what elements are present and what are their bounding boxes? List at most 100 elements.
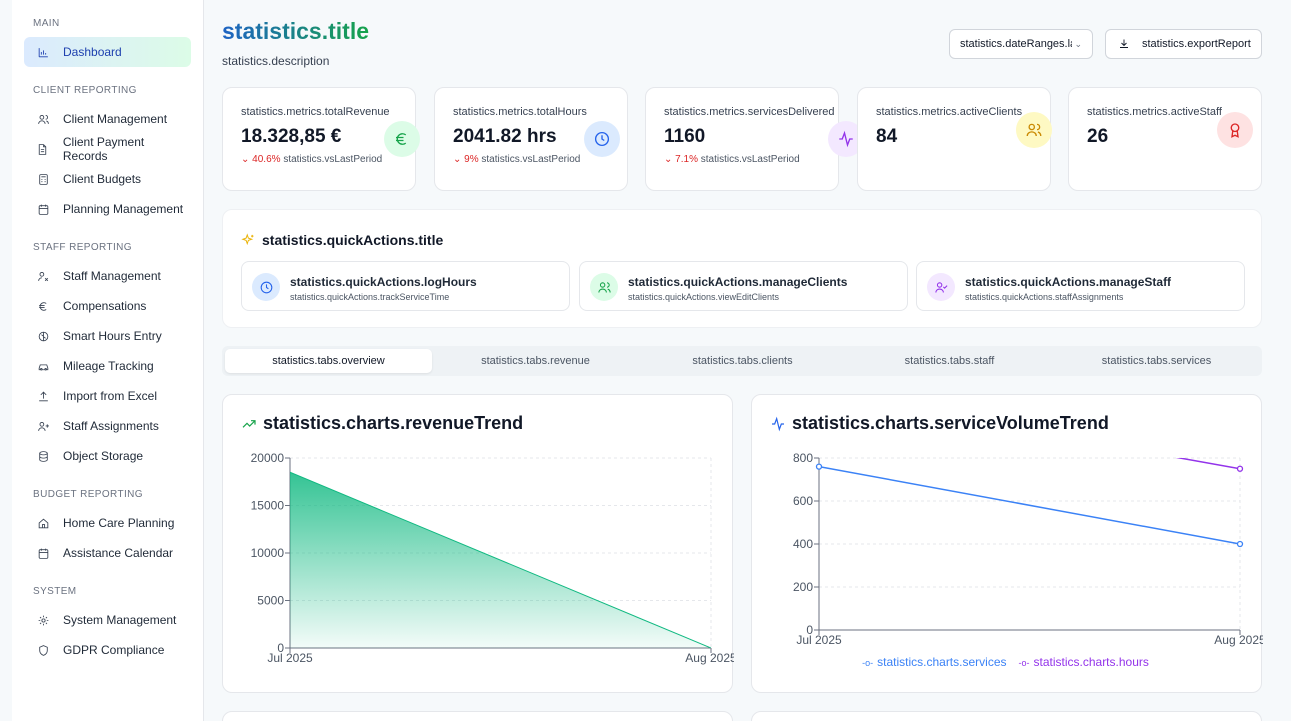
car-icon (36, 359, 50, 373)
trend-down-indicator: ⌄ (453, 154, 465, 165)
metric-change-caption: statistics.vsLastPeriod (481, 154, 581, 165)
legend-swatch: -o- (862, 658, 874, 668)
metric-change-value: 40.6% (252, 154, 281, 165)
users-icon (590, 273, 618, 301)
sidebar-item-label: Planning Management (63, 202, 184, 216)
metric-change-value: 9% (464, 154, 479, 165)
chart-card-bottom-left (222, 711, 733, 721)
y-tick-label: 15000 (251, 499, 285, 513)
quick-action-subtitle: statistics.quickActions.viewEditClients (628, 292, 780, 302)
metric-change: ⌄ 40.6% statistics.vsLastPeriod (241, 154, 415, 165)
upload-icon (36, 389, 50, 403)
sidebar-item-label: Client Payment Records (62, 135, 145, 163)
quick-action-subtitle: statistics.quickActions.staffAssignments (965, 292, 1124, 302)
sidebar-item-import-from-excel[interactable]: Import from Excel (24, 381, 191, 411)
sidebar-item-client-management[interactable]: Client Management (24, 104, 191, 134)
award-icon (1217, 112, 1253, 148)
trend-down-indicator: ⌄ (241, 154, 253, 165)
clock-icon (584, 121, 620, 157)
y-tick-label: 5000 (257, 594, 284, 608)
service-volume-chart: 0200400600800Jul 2025 Aug 2025 (793, 451, 1263, 647)
sidebar-item-gdpr-compliance[interactable]: GDPR Compliance (24, 635, 191, 665)
tab-overview[interactable]: statistics.tabs.overview (225, 349, 432, 373)
quick-action-subtitle: statistics.quickActions.trackServiceTime (290, 292, 450, 302)
sidebar-item-planning-management[interactable]: Planning Management (24, 194, 191, 224)
metric-card: statistics.metrics.totalRevenue 18.328,85… (222, 87, 420, 191)
data-point (815, 463, 823, 470)
export-report-button[interactable]: statistics.exportReport (1105, 29, 1262, 59)
tab-clients[interactable]: statistics.tabs.clients (639, 349, 846, 373)
quick-action-card[interactable]: statistics.quickActions.logHours statisti… (241, 261, 570, 311)
sidebar-item-label: Client Budgets (63, 172, 142, 186)
sidebar-item-mileage-tracking[interactable]: Mileage Tracking (24, 351, 191, 381)
quick-action-card[interactable]: statistics.quickActions.manageStaff stati… (916, 261, 1245, 311)
sidebar-item-client-budgets[interactable]: Client Budgets (24, 164, 191, 194)
metric-label: statistics.metrics.servicesDelivered (664, 106, 835, 118)
quick-action-title: statistics.quickActions.manageClients (628, 275, 848, 289)
sidebar-item-label: Smart Hours Entry (63, 329, 162, 343)
sidebar-item-dashboard[interactable]: Dashboard (24, 37, 191, 67)
y-tick-label: 20000 (251, 451, 285, 465)
service-volume-card: statistics.charts.serviceVolumeTrend 0 20… (751, 394, 1263, 693)
sidebar-item-object-storage[interactable]: Object Storage (24, 441, 191, 471)
sidebar-item-staff-management[interactable]: Staff Management (24, 261, 191, 291)
sidebar-item-system-management[interactable]: System Management (24, 605, 191, 635)
metric-change: ⌄ 7.1% statistics.vsLastPeriod (664, 154, 838, 165)
file-text-icon (36, 142, 50, 156)
legend-item[interactable]: -o-statistics.charts.services (862, 655, 1010, 669)
sidebar-item-label: System Management (63, 613, 177, 627)
sidebar-section-title: BUDGET REPORTING (33, 489, 143, 500)
sidebar-item-home-care-planning[interactable]: Home Care Planning (24, 508, 191, 538)
y-tick-label: 10000 (251, 546, 285, 560)
x-tick-label: Aug 2025 (685, 651, 734, 665)
legend-item[interactable]: -o-statistics.charts.hours (1019, 655, 1153, 669)
quick-action-title: statistics.quickActions.logHours (290, 275, 477, 289)
y-tick-label: 800 (793, 451, 813, 465)
data-point (1236, 465, 1244, 472)
date-range-select[interactable]: statistics.dateRanges.last ⌄ (949, 29, 1093, 59)
metric-change-value: 7.1% (675, 154, 698, 165)
y-tick-label: 400 (793, 537, 813, 551)
legend-label: statistics.charts.hours (1033, 655, 1149, 669)
tab-revenue[interactable]: statistics.tabs.revenue (432, 349, 639, 373)
clock-icon (252, 273, 280, 301)
sidebar-item-client-payment-records[interactable]: Client Payment Records (24, 134, 191, 164)
series-0 (819, 465, 1240, 545)
quick-actions-title: statistics.quickActions.title (262, 232, 444, 248)
metric-card: statistics.metrics.activeStaff 26 (1068, 87, 1262, 191)
sidebar-item-label: Client Management (63, 112, 168, 126)
chart-legend: -o-statistics.charts.services -o-statisti… (752, 655, 1263, 669)
sidebar-item-label: Dashboard (63, 45, 122, 59)
sidebar-section-title: MAIN (33, 18, 60, 29)
metric-card: statistics.metrics.servicesDelivered 1160… (645, 87, 864, 191)
export-report-label: statistics.exportReport (1142, 38, 1251, 50)
y-tick-label: 200 (793, 580, 813, 594)
calendar-icon (36, 546, 50, 560)
user-cog-icon (36, 269, 50, 283)
sidebar-section-title: SYSTEM (33, 586, 77, 597)
metric-label: statistics.metrics.totalRevenue (241, 106, 390, 118)
sidebar-item-compensations[interactable]: Compensations (24, 291, 191, 321)
calendar-icon (36, 202, 50, 216)
metric-card: statistics.metrics.activeClients 84 (857, 87, 1052, 191)
shield-icon (36, 643, 50, 657)
sidebar-item-label: Staff Assignments (63, 419, 159, 433)
metric-change-caption: statistics.vsLastPeriod (283, 154, 383, 165)
quick-action-card[interactable]: statistics.quickActions.manageClients sta… (579, 261, 908, 311)
users-icon (36, 112, 50, 126)
sparkles-icon (241, 232, 262, 248)
metric-label: statistics.metrics.totalHours (453, 106, 587, 118)
tab-staff[interactable]: statistics.tabs.staff (846, 349, 1053, 373)
data-point (1236, 540, 1244, 548)
sidebar-item-staff-assignments[interactable]: Staff Assignments (24, 411, 191, 441)
home-icon (36, 516, 50, 530)
x-tick-label: Jul 2025 (267, 651, 313, 665)
quick-actions-panel: statistics.quickActions.title statistics… (222, 209, 1262, 328)
quick-action-title: statistics.quickActions.manageStaff (965, 275, 1172, 289)
sidebar-item-label: Mileage Tracking (63, 359, 154, 373)
sidebar-item-assistance-calendar[interactable]: Assistance Calendar (24, 538, 191, 568)
chart-card-bottom-right (751, 711, 1262, 721)
sidebar-item-smart-hours-entry[interactable]: Smart Hours Entry (24, 321, 191, 351)
bar-chart-icon (36, 45, 50, 59)
tab-services[interactable]: statistics.tabs.services (1053, 349, 1260, 373)
